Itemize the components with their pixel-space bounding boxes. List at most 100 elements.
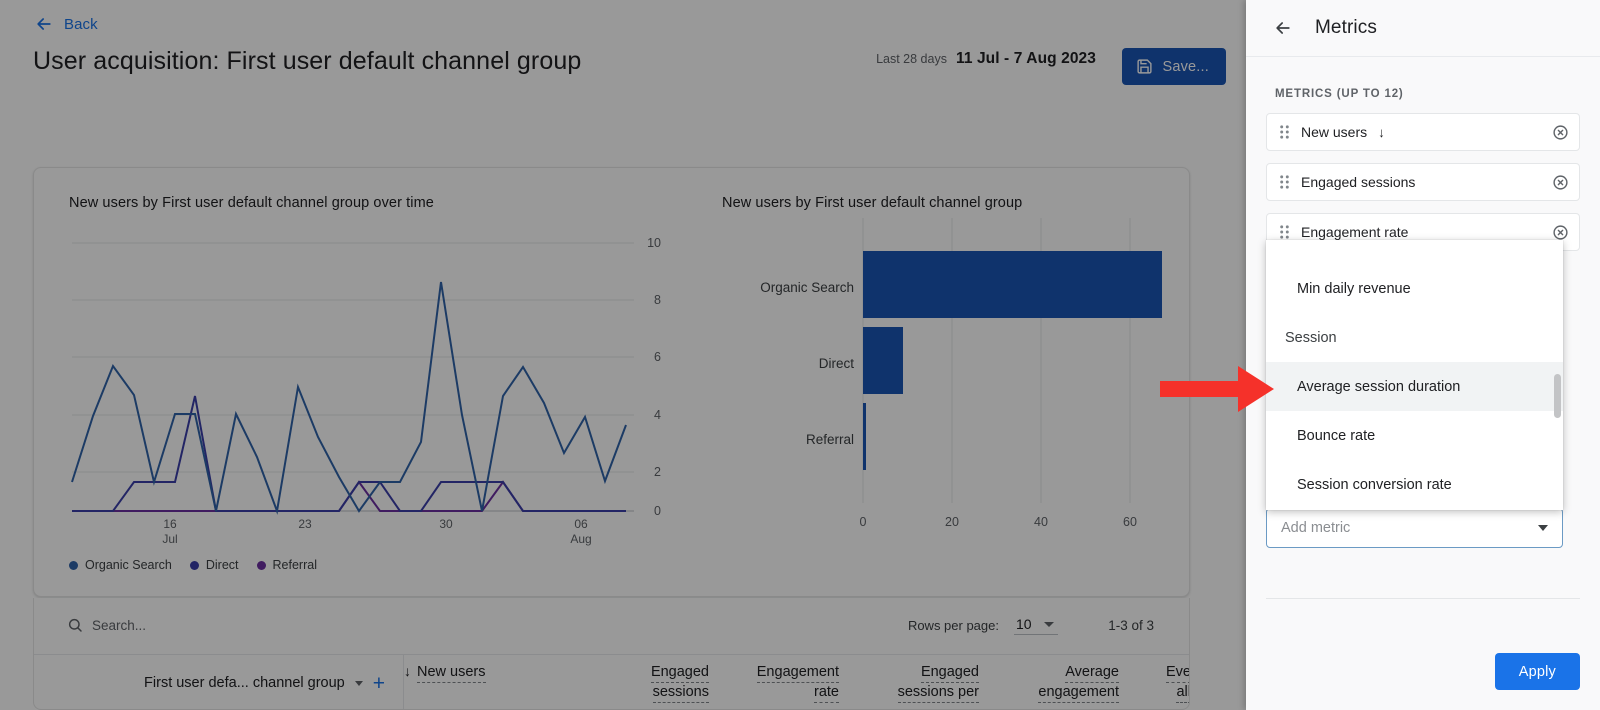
- dropdown-option-max-daily-revenue[interactable]: Max daily revenue: [1266, 240, 1563, 257]
- svg-text:16: 16: [163, 517, 177, 531]
- column-header-line2: all: [1176, 683, 1190, 703]
- legend-label: Referral: [273, 558, 317, 572]
- drag-handle-icon[interactable]: [1279, 125, 1290, 139]
- table-search-row[interactable]: Search... Rows per page: 10 1-3 of 3: [34, 598, 1189, 654]
- svg-text:Jul: Jul: [162, 532, 177, 546]
- line-chart-title: New users by First user default channel …: [69, 195, 434, 211]
- chevron-down-icon[interactable]: [1538, 525, 1548, 531]
- chevron-down-icon: [1044, 622, 1054, 627]
- date-range-selector[interactable]: Last 28 days 11 Jul - 7 Aug 2023: [876, 50, 1096, 68]
- date-prefix-label: Last 28 days: [876, 52, 947, 66]
- legend-dot-icon: [190, 561, 199, 570]
- legend-dot-icon: [69, 561, 78, 570]
- legend-label: Organic Search: [85, 558, 172, 572]
- column-header-new-users[interactable]: ↓ New users: [404, 655, 564, 710]
- svg-text:23: 23: [298, 517, 312, 531]
- metric-chip-label: Engagement rate: [1301, 224, 1408, 240]
- dropdown-group-session: Session: [1266, 313, 1563, 362]
- panel-header: Metrics: [1246, 0, 1600, 57]
- metrics-section-label: METRICS (UP TO 12): [1275, 88, 1404, 100]
- svg-text:40: 40: [1034, 515, 1048, 529]
- line-chart: New users by First user default channel …: [34, 168, 694, 598]
- svg-text:0: 0: [860, 515, 867, 529]
- sort-descending-icon: ↓: [404, 663, 411, 679]
- save-button[interactable]: Save...: [1122, 48, 1226, 85]
- close-circle-icon[interactable]: [1552, 174, 1569, 191]
- svg-text:Direct: Direct: [819, 356, 855, 371]
- data-table: Search... Rows per page: 10 1-3 of 3 Fir…: [33, 598, 1190, 710]
- save-button-label: Save...: [1162, 59, 1209, 75]
- line-chart-canvas: 10 8 6 4 2 0 16Jul 23 30 06Aug: [34, 168, 694, 598]
- date-range-value: 11 Jul - 7 Aug 2023: [956, 50, 1096, 68]
- column-header-engagement-rate[interactable]: Engagement rate: [694, 655, 839, 710]
- dropdown-option-bounce-rate[interactable]: Bounce rate: [1266, 411, 1563, 460]
- rows-per-page-label: Rows per page:: [908, 618, 999, 633]
- close-circle-icon[interactable]: [1552, 224, 1569, 241]
- svg-text:4: 4: [654, 408, 661, 422]
- search-input[interactable]: Search...: [92, 618, 146, 633]
- screen-root: Back User acquisition: First user defaul…: [0, 0, 1600, 710]
- bar-chart-title: New users by First user default channel …: [722, 195, 1022, 211]
- bar-referral: [863, 403, 866, 470]
- dropdown-option-average-session-duration[interactable]: Average session duration: [1266, 362, 1563, 411]
- add-metric-select[interactable]: Add metric: [1266, 508, 1563, 548]
- column-header-average-engagement[interactable]: Average engagement: [979, 655, 1119, 710]
- legend-dot-icon: [257, 561, 266, 570]
- bar-chart-canvas: Organic Search Direct Referral 0 20 40 6…: [694, 168, 1191, 598]
- panel-title: Metrics: [1315, 17, 1377, 39]
- column-header-event-count[interactable]: Eve all: [1119, 655, 1190, 710]
- dimension-name: First user defa... channel group: [144, 675, 345, 691]
- svg-text:2: 2: [654, 465, 661, 479]
- pagination-count: 1-3 of 3: [1108, 618, 1154, 633]
- svg-text:Aug: Aug: [570, 532, 591, 546]
- svg-text:20: 20: [945, 515, 959, 529]
- legend-label: Direct: [206, 558, 239, 572]
- chevron-down-icon[interactable]: [355, 681, 363, 686]
- arrow-left-icon: [34, 14, 54, 34]
- dimension-column-header[interactable]: First user defa... channel group +: [34, 655, 404, 710]
- legend-item: Organic Search: [69, 558, 172, 572]
- back-link[interactable]: Back: [34, 14, 98, 34]
- dropdown-option-session-conversion-rate[interactable]: Session conversion rate: [1266, 460, 1563, 509]
- svg-text:06: 06: [574, 517, 588, 531]
- page-title: User acquisition: First user default cha…: [33, 47, 581, 76]
- column-header-line1: Engaged: [921, 663, 979, 683]
- column-header-engaged-sessions-per[interactable]: Engaged sessions per: [839, 655, 979, 710]
- table-header-row: First user defa... channel group + ↓ New…: [34, 654, 1189, 710]
- back-label: Back: [64, 16, 98, 33]
- metric-chip-new-users[interactable]: New users ↓: [1266, 113, 1580, 151]
- metric-chip-label: New users: [1301, 124, 1367, 140]
- column-header-engaged-sessions[interactable]: Engaged sessions: [564, 655, 709, 710]
- panel-divider: [1266, 598, 1580, 599]
- column-header-line1: New users: [417, 663, 486, 683]
- svg-text:30: 30: [439, 517, 453, 531]
- line-chart-legend: Organic Search Direct Referral: [69, 558, 317, 572]
- svg-text:8: 8: [654, 293, 661, 307]
- dropdown-option-min-daily-revenue[interactable]: Min daily revenue: [1266, 264, 1563, 313]
- charts-card: New users by First user default channel …: [33, 167, 1190, 597]
- column-header-line1: Eve: [1166, 663, 1190, 683]
- drag-handle-icon[interactable]: [1279, 175, 1290, 189]
- column-header-line2: engagement: [1038, 683, 1119, 703]
- metric-chip-engaged-sessions[interactable]: Engaged sessions: [1266, 163, 1580, 201]
- report-page: Back User acquisition: First user defaul…: [0, 0, 1246, 710]
- bar-organic-search: [863, 251, 1162, 318]
- svg-text:6: 6: [654, 350, 661, 364]
- sort-descending-icon[interactable]: ↓: [1378, 125, 1385, 140]
- svg-text:Organic Search: Organic Search: [760, 280, 854, 295]
- dropdown-scrollbar-thumb[interactable]: [1554, 374, 1561, 418]
- apply-button[interactable]: Apply: [1495, 653, 1580, 690]
- drag-handle-icon[interactable]: [1279, 225, 1290, 239]
- arrow-left-icon[interactable]: [1273, 18, 1293, 38]
- add-dimension-button[interactable]: +: [373, 673, 385, 694]
- save-disk-icon: [1136, 58, 1153, 75]
- column-header-line2: rate: [814, 683, 839, 703]
- bar-chart: New users by First user default channel …: [694, 168, 1191, 598]
- svg-text:0: 0: [654, 504, 661, 518]
- legend-item: Direct: [190, 558, 239, 572]
- close-circle-icon[interactable]: [1552, 124, 1569, 141]
- svg-text:60: 60: [1123, 515, 1137, 529]
- search-icon: [67, 617, 83, 633]
- svg-text:Referral: Referral: [806, 432, 854, 447]
- svg-text:10: 10: [647, 236, 661, 250]
